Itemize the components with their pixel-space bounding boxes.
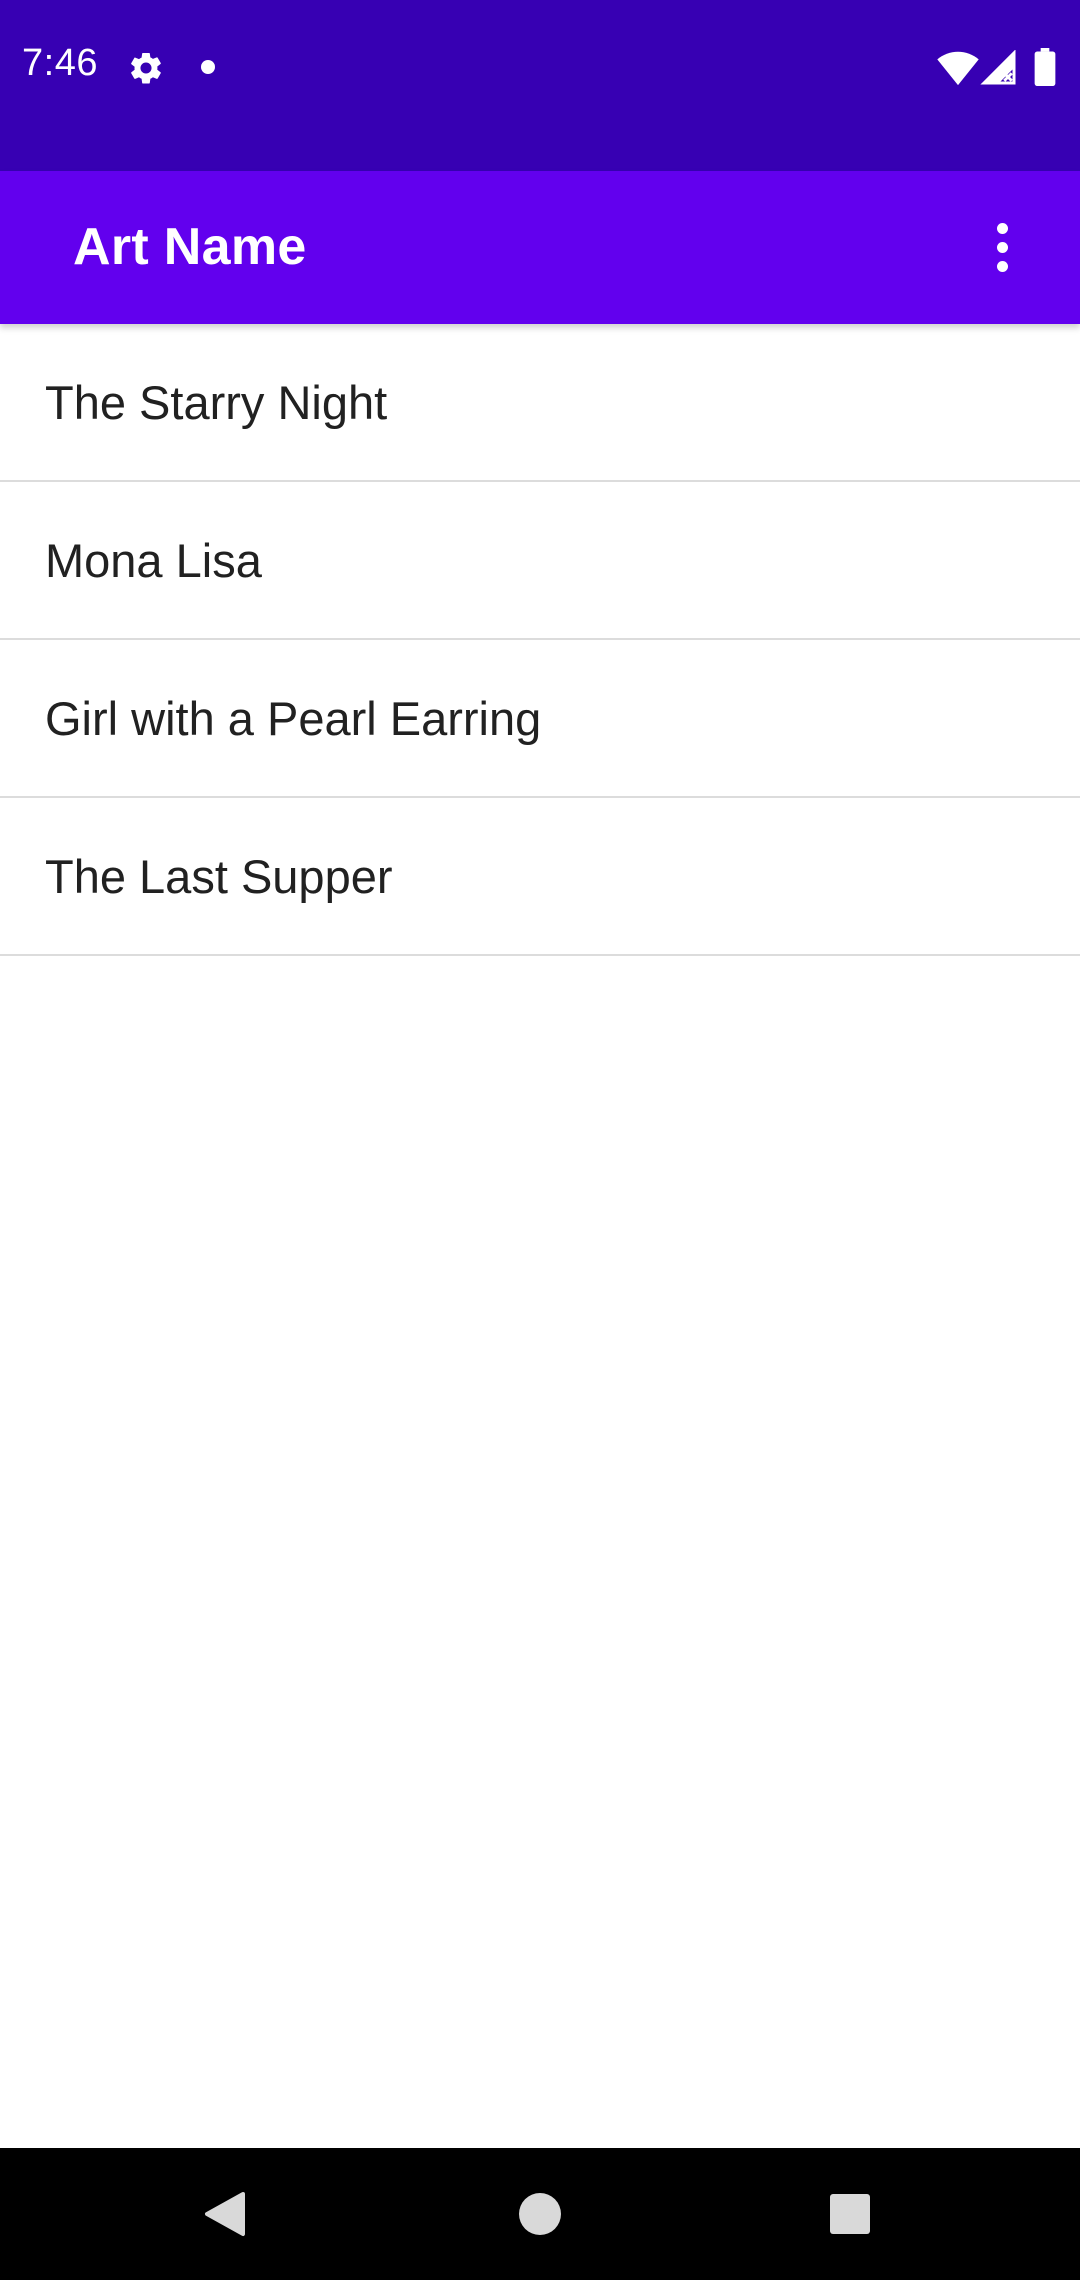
battery-icon: [1034, 48, 1056, 86]
app-title: Art Name: [73, 218, 307, 276]
list-item-girl-pearl-earring[interactable]: Girl with a Pearl Earring: [0, 640, 1080, 798]
list-item-last-supper[interactable]: The Last Supper: [0, 798, 1080, 956]
more-vert-icon[interactable]: [974, 213, 1030, 281]
wifi-icon: [937, 51, 979, 86]
list-item-label: Girl with a Pearl Earring: [45, 691, 542, 745]
list-item-label: The Last Supper: [45, 849, 393, 903]
list-item-mona-lisa[interactable]: Mona Lisa: [0, 482, 1080, 640]
cell-signal-icon: [980, 50, 1016, 85]
recents-icon[interactable]: [830, 2194, 870, 2234]
app-bar: Art Name: [0, 171, 1080, 324]
gear-icon: [131, 52, 161, 84]
status-bar: 7:46: [0, 0, 1080, 171]
menu-dot: [996, 222, 1008, 234]
list-item-label: Mona Lisa: [45, 533, 262, 587]
list-item-starry-night[interactable]: The Starry Night: [0, 324, 1080, 482]
home-icon[interactable]: [519, 2193, 561, 2235]
status-time: 7:46: [22, 42, 98, 84]
screen: 7:46 Art Name The Starry Night Mona Lisa…: [0, 0, 1080, 2280]
back-icon[interactable]: [203, 2190, 247, 2238]
menu-dot: [996, 241, 1008, 253]
art-list: The Starry Night Mona Lisa Girl with a P…: [0, 324, 1080, 956]
list-item-label: The Starry Night: [45, 375, 388, 429]
notification-dot-icon: [201, 60, 215, 74]
navigation-bar: [0, 2148, 1080, 2280]
menu-dot: [996, 260, 1008, 272]
